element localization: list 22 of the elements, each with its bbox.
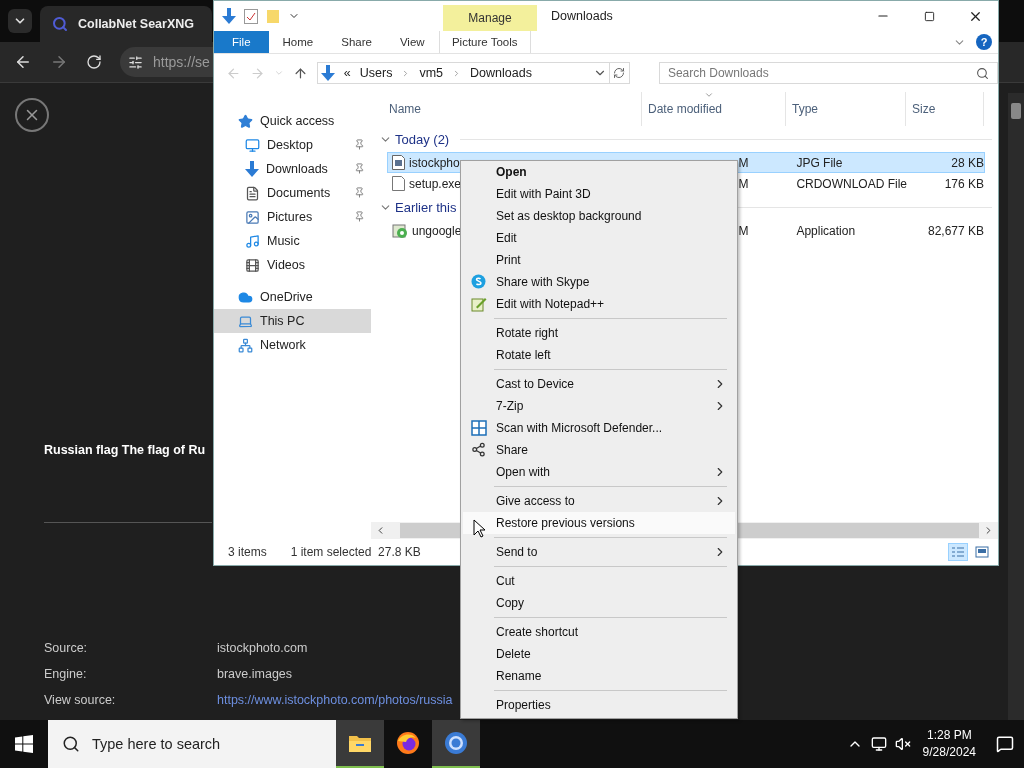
size-cell-text: 28 KB [950, 155, 984, 170]
type-cell-text: JPG File [795, 155, 844, 170]
type-cell-text: CRDOWNLOAD File [795, 176, 909, 191]
date-cell-text: M [737, 155, 750, 170]
file-name: ungoogle [412, 223, 462, 238]
window-title: Downloads [550, 8, 614, 25]
size-cell-text: 82,677 KB [926, 223, 984, 238]
detail-value: brave.images [217, 667, 293, 681]
contextual-tab-header: Manage [443, 5, 537, 31]
file-name: setup.exe [409, 176, 462, 191]
type-cell-text: Application [795, 223, 857, 238]
detail-label: View source: [44, 693, 117, 707]
file-name: istockpho [409, 155, 460, 170]
date-cell-text: M [737, 223, 750, 238]
detail-label: Source: [44, 641, 89, 655]
size-cell-text: 176 KB [943, 176, 984, 191]
result-title: Russian flag The flag of Ru [44, 443, 206, 457]
selection-info: 1 item selected 27.8 KB [290, 545, 421, 559]
detail-value: istockphoto.com [217, 641, 308, 655]
detail-label: Engine: [44, 667, 88, 681]
date-cell-text: M [737, 176, 750, 191]
item-count: 3 items [228, 545, 267, 559]
